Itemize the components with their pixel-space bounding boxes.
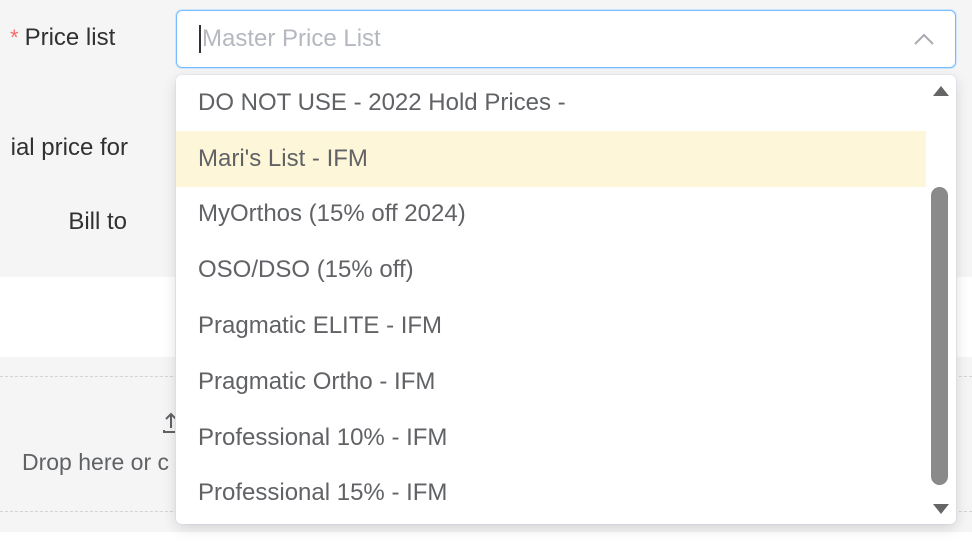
dropdown-option[interactable]: Professional 10% - IFM [176,410,926,466]
scrollbar-thumb[interactable] [931,187,948,485]
dropdown-option[interactable]: Pragmatic ELITE - IFM [176,298,926,354]
stage: * Price list ial price for Bill to Drop h… [0,0,972,546]
dropdown-option[interactable]: Pragmatic Ortho - IFM [176,354,926,410]
text-cursor [199,25,201,53]
scroll-up-arrow-icon[interactable] [932,84,950,96]
price-list-label-text: Price list [24,24,116,51]
scroll-down-arrow-icon[interactable] [932,502,950,514]
special-price-label: ial price for [0,134,128,162]
dropdown-option[interactable]: Professional 15% - IFM [176,465,926,521]
bill-to-label: Bill to [68,208,127,235]
dropdown-option[interactable]: MyOrthos (15% off 2024) [176,186,926,242]
dropdown-option[interactable]: DO NOT USE - 2022 Hold Prices - [176,75,926,131]
dropdown-option[interactable]: Mari's List - IFM [176,131,926,187]
required-star: * [10,25,19,50]
price-list-dropdown: DO NOT USE - 2022 Hold Prices - Mari's L… [176,75,956,524]
upload-hint-text: Drop here or c [22,449,170,475]
special-price-label-text: ial price for [10,134,128,161]
chevron-up-icon[interactable] [913,29,935,51]
price-list-select[interactable]: Master Price List [176,10,956,68]
select-placeholder: Master Price List [202,25,381,52]
dropdown-option[interactable]: OSO/DSO (15% off) [176,242,926,298]
price-list-label: * Price list [10,24,115,52]
